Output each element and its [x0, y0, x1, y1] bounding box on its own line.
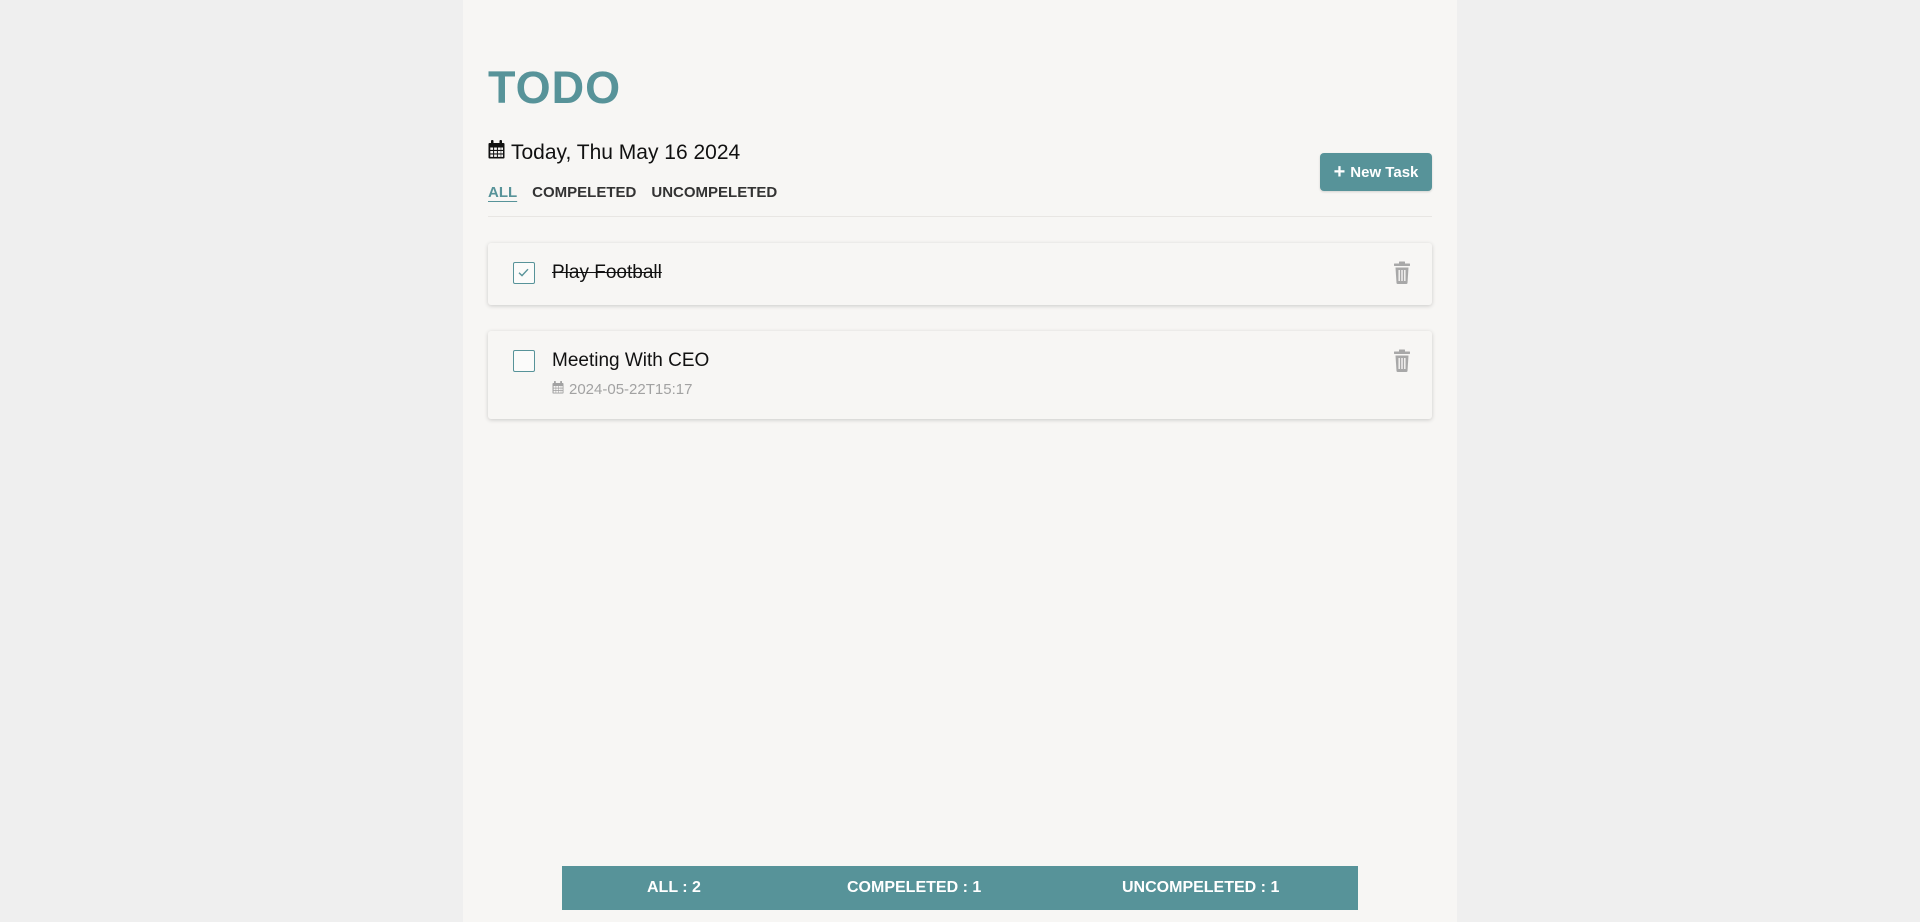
new-task-button[interactable]: + New Task [1320, 153, 1432, 191]
task-title: Play Football [552, 262, 662, 283]
task-stats-footer: ALL : 2 COMPELETED : 1 UNCOMPELETED : 1 [562, 866, 1358, 910]
page-title: TODO [488, 62, 622, 113]
new-task-label: New Task [1350, 163, 1419, 181]
tab-completed[interactable]: COMPELETED [532, 183, 636, 203]
task-card: Play Football [488, 243, 1432, 305]
trash-icon[interactable] [1391, 349, 1413, 373]
task-due-date: 2024-05-22T15:17 [552, 381, 692, 399]
filter-tabs: ALL COMPELETED UNCOMPELETED [488, 183, 777, 203]
calendar-icon [488, 140, 505, 166]
stat-completed: COMPELETED : 1 [847, 879, 982, 896]
tab-all[interactable]: ALL [488, 183, 517, 203]
divider [488, 216, 1432, 217]
calendar-icon [552, 381, 564, 399]
trash-icon[interactable] [1391, 261, 1413, 285]
plus-icon: + [1333, 161, 1346, 183]
checkmark-icon [518, 268, 529, 277]
task-checkbox[interactable] [513, 350, 535, 372]
task-card: Meeting With CEO 2024-05-22T15:17 [488, 331, 1432, 419]
todo-app: TODO Today, Thu May 16 2024 ALL COMPELET… [463, 0, 1457, 922]
today-date: Today, Thu May 16 2024 [488, 140, 740, 166]
task-due-label: 2024-05-22T15:17 [569, 381, 693, 398]
tab-uncompleted[interactable]: UNCOMPELETED [651, 183, 777, 203]
task-title: Meeting With CEO [552, 350, 710, 371]
stat-uncompleted: UNCOMPELETED : 1 [1122, 879, 1280, 896]
stat-all: ALL : 2 [647, 879, 701, 896]
today-date-label: Today, Thu May 16 2024 [511, 141, 741, 164]
task-checkbox-checked[interactable] [513, 262, 535, 284]
